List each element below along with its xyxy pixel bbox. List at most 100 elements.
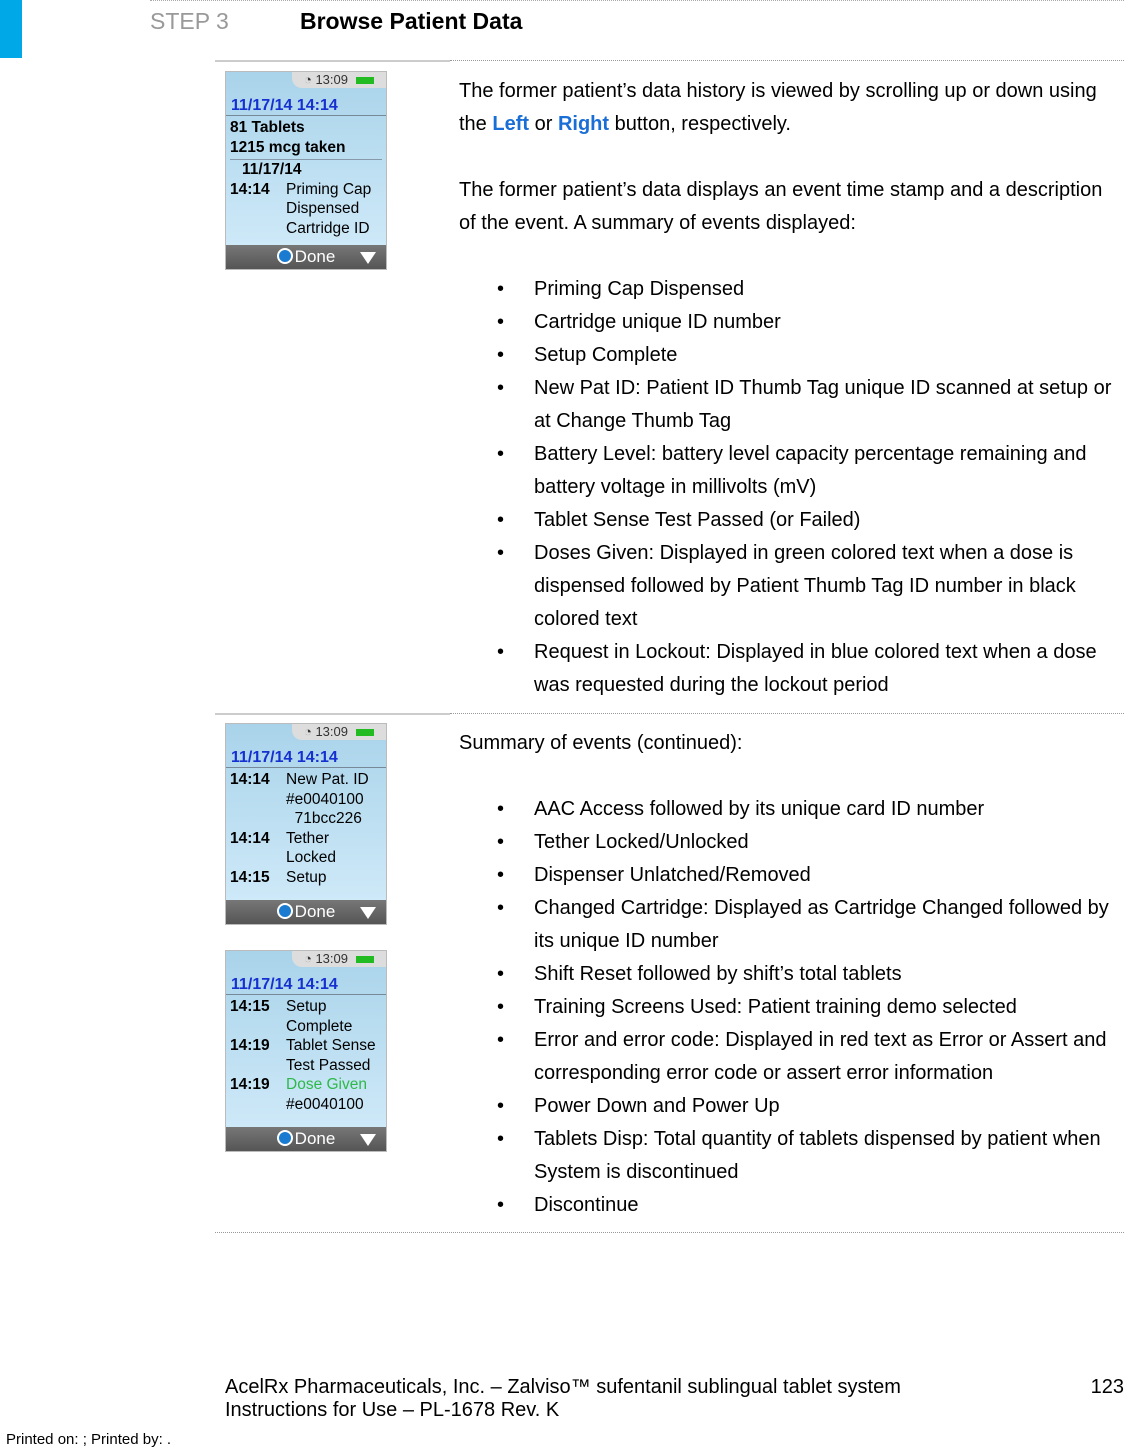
done-button[interactable]: Done: [276, 1129, 336, 1148]
list-item: Tether Locked/Unlocked: [459, 826, 1124, 859]
status-bar: ◔ 13:09: [292, 72, 386, 88]
done-bar: Done: [226, 900, 386, 924]
event-log: 14:15 Setup Complete 14:19 Tablet Sense Test …: [226, 995, 386, 1116]
event-time: 14:14: [230, 829, 270, 847]
event-line: New Pat. ID: [286, 771, 369, 788]
event-line: #e0040100: [286, 790, 364, 808]
list-item: Cartridge unique ID number: [459, 306, 1124, 339]
clock-time: 13:09: [315, 724, 348, 739]
list-item: Power Down and Power Up: [459, 1090, 1124, 1123]
select-circle-icon: [276, 1130, 293, 1146]
list-item: Error and error code: Displayed in red t…: [459, 1024, 1124, 1090]
done-label: Done: [294, 247, 336, 266]
clock-icon: ◔: [303, 72, 316, 87]
clock-icon: ◔: [303, 724, 316, 739]
battery-icon: [356, 77, 374, 85]
event-line: Dose Given: [286, 1076, 367, 1093]
select-circle-icon: [276, 248, 293, 264]
printed-info: Printed on: ; Printed by: .: [6, 1431, 172, 1448]
scroll-down-arrow-icon: [360, 907, 376, 919]
event-row: 14:14 New Pat. ID #e0040100 71bcc226: [230, 770, 382, 829]
event-line: Priming Cap: [286, 180, 372, 198]
event-date: 11/17/14: [230, 159, 382, 180]
event-line: Complete: [286, 1017, 353, 1035]
list-item: Discontinue: [459, 1189, 1124, 1222]
battery-icon: [356, 956, 374, 964]
continued-paragraph: Summary of events (continued):: [459, 732, 743, 754]
event-time: 14:19: [230, 1037, 270, 1054]
event-line: Cartridge ID: [286, 219, 370, 237]
list-item: Battery Level: battery level capacity pe…: [459, 438, 1124, 504]
device-screen: ◔ 13:09 11/17/14 14:14 14:15 Setup Complete 1…: [225, 950, 387, 1152]
event-desc: Dose Given #e0040100: [286, 1075, 367, 1114]
event-desc: Priming Cap Dispensed Cartridge ID: [286, 180, 371, 239]
event-time: 14:15: [230, 868, 270, 886]
list-item: Tablet Sense Test Passed (or Failed): [459, 504, 1124, 537]
clock-icon: ◔: [303, 951, 316, 966]
accent-bar: [0, 0, 22, 58]
screen-date: 11/17/14 14:14: [226, 749, 386, 768]
intro-paragraph: The former patient’s data history is vie…: [459, 80, 1097, 135]
event-row: 14:15 Setup Complete: [230, 997, 382, 1036]
event-time: 14:14: [230, 180, 270, 198]
scroll-down-arrow-icon: [360, 252, 376, 264]
event-line: Setup: [286, 998, 327, 1015]
select-circle-icon: [276, 903, 293, 919]
event-row: 14:14 Tether Locked: [230, 829, 382, 868]
screen-date: 11/17/14 14:14: [226, 976, 386, 995]
clock-time: 13:09: [315, 951, 348, 966]
event-line: Tablet Sense: [286, 1037, 376, 1054]
event-line: Setup: [286, 868, 327, 886]
event-line: Locked: [286, 849, 336, 866]
done-label: Done: [294, 902, 336, 921]
event-desc: New Pat. ID #e0040100 71bcc226: [286, 770, 369, 829]
event-row: 14:19 Tablet Sense Test Passed: [230, 1036, 382, 1075]
summary-line: 81 Tablets: [230, 119, 305, 136]
event-desc: Tablet Sense Test Passed: [286, 1036, 376, 1075]
list-item: Doses Given: Displayed in green colored …: [459, 537, 1124, 636]
event-row: 14:14 Priming Cap Dispensed Cartridge ID: [230, 180, 382, 239]
page-title: Browse Patient Data: [300, 8, 523, 34]
list-item: AAC Access followed by its unique card I…: [459, 793, 1124, 826]
scroll-down-arrow-icon: [360, 1134, 376, 1146]
status-bar: ◔ 13:09: [292, 951, 386, 967]
event-desc: Setup: [286, 868, 327, 888]
device-screen: ◔ 13:09 11/17/14 14:14 14:14 New Pat. ID #e0…: [225, 723, 387, 925]
event-list: Priming Cap DispensedCartridge unique ID…: [459, 273, 1124, 702]
clock-time: 13:09: [315, 72, 348, 87]
done-button[interactable]: Done: [276, 247, 336, 266]
done-label: Done: [294, 1129, 336, 1148]
event-row: 14:15 Setup: [230, 868, 382, 888]
done-bar: Done: [226, 1127, 386, 1151]
event-line: #e0040100: [286, 1095, 364, 1113]
event-time: 14:19: [230, 1076, 270, 1093]
event-line: 71bcc226: [286, 810, 362, 827]
list-item: Dispenser Unlatched/Removed: [459, 859, 1124, 892]
event-log: 14:14 New Pat. ID #e0040100 71bcc226 14:14 T…: [226, 768, 386, 889]
top-divider: [150, 0, 1124, 1]
step-label: STEP 3: [150, 8, 229, 34]
event-line: Tether: [286, 829, 330, 847]
list-item: Shift Reset followed by shift’s total ta…: [459, 958, 1124, 991]
event-desc: Tether Locked: [286, 829, 336, 868]
list-item: Priming Cap Dispensed: [459, 273, 1124, 306]
done-button[interactable]: Done: [276, 902, 336, 921]
footer-line2: Instructions for Use – PL-1678 Rev. K: [225, 1399, 560, 1421]
list-item: New Pat ID: Patient ID Thumb Tag unique …: [459, 372, 1124, 438]
event-row: 14:19 Dose Given #e0040100: [230, 1075, 382, 1114]
list-item: Training Screens Used: Patient training …: [459, 991, 1124, 1024]
section1-text: The former patient’s data history is vie…: [459, 75, 1124, 702]
event-line: Test Passed: [286, 1056, 371, 1074]
device-screen: ◔ 13:09 11/17/14 14:14 81 Tablets 1215 mcg …: [225, 71, 387, 270]
summary-paragraph: The former patient’s data displays an ev…: [459, 179, 1103, 234]
event-time: 14:15: [230, 998, 270, 1015]
event-log: 81 Tablets 1215 mcg taken 11/17/14 14:14 Pri…: [226, 116, 386, 240]
status-bar: ◔ 13:09: [292, 724, 386, 740]
summary-line: 1215 mcg taken: [230, 138, 346, 156]
footer-line1: AcelRx Pharmaceuticals, Inc. – Zalviso™ …: [225, 1376, 901, 1398]
event-list-continued: AAC Access followed by its unique card I…: [459, 793, 1124, 1222]
section2-text: Summary of events (continued): AAC Acces…: [459, 727, 1124, 1222]
event-time: 14:14: [230, 771, 270, 788]
list-item: Request in Lockout: Displayed in blue co…: [459, 636, 1124, 702]
battery-icon: [356, 729, 374, 737]
